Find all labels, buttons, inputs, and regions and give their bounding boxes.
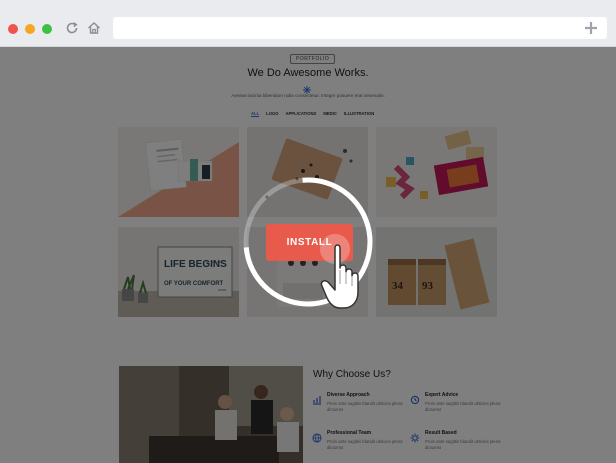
- pointer-hand-icon: [320, 234, 359, 309]
- reload-icon[interactable]: [64, 20, 80, 36]
- home-icon[interactable]: [86, 20, 102, 36]
- address-bar[interactable]: [113, 17, 607, 39]
- maximize-window-dot[interactable]: [42, 24, 52, 34]
- close-window-dot[interactable]: [8, 24, 18, 34]
- browser-toolbar: [0, 0, 616, 47]
- plus-icon[interactable]: [583, 20, 599, 36]
- minimize-window-dot[interactable]: [25, 24, 35, 34]
